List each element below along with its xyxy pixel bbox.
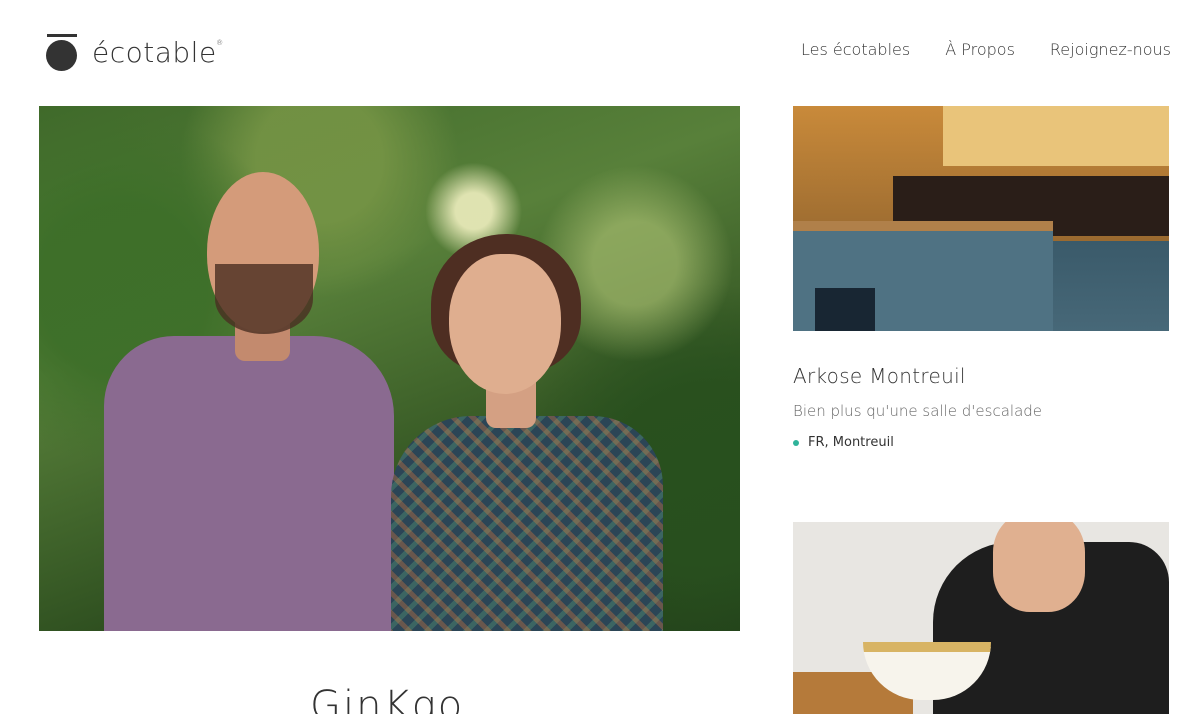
featured-title[interactable]: GinKgo bbox=[310, 686, 464, 714]
nav-item-les-ecotables[interactable]: Les écotables bbox=[801, 40, 910, 59]
featured-photo[interactable] bbox=[39, 106, 740, 631]
nav-item-a-propos[interactable]: À Propos bbox=[945, 40, 1015, 59]
card-title[interactable]: Arkose Montreuil bbox=[793, 364, 1169, 388]
location-dot-icon bbox=[793, 439, 799, 446]
main-nav: Les écotables À Propos Rejoignez-nous bbox=[801, 40, 1171, 59]
restaurant-card[interactable]: Arkose Montreuil Bien plus qu'une salle … bbox=[793, 106, 1169, 450]
logo[interactable]: écotable ® bbox=[46, 34, 224, 71]
card-subtitle: Bien plus qu'une salle d'escalade bbox=[793, 402, 1043, 420]
logo-text: écotable ® bbox=[92, 35, 224, 69]
restaurant-card[interactable] bbox=[793, 522, 1169, 714]
nav-item-rejoignez-nous[interactable]: Rejoignez-nous bbox=[1050, 40, 1171, 59]
card-location: FR, Montreuil bbox=[793, 435, 1169, 450]
logo-icon bbox=[46, 34, 78, 71]
card-photo[interactable] bbox=[793, 106, 1169, 331]
card-location-text: FR, Montreuil bbox=[808, 435, 894, 450]
card-photo[interactable] bbox=[793, 522, 1169, 714]
